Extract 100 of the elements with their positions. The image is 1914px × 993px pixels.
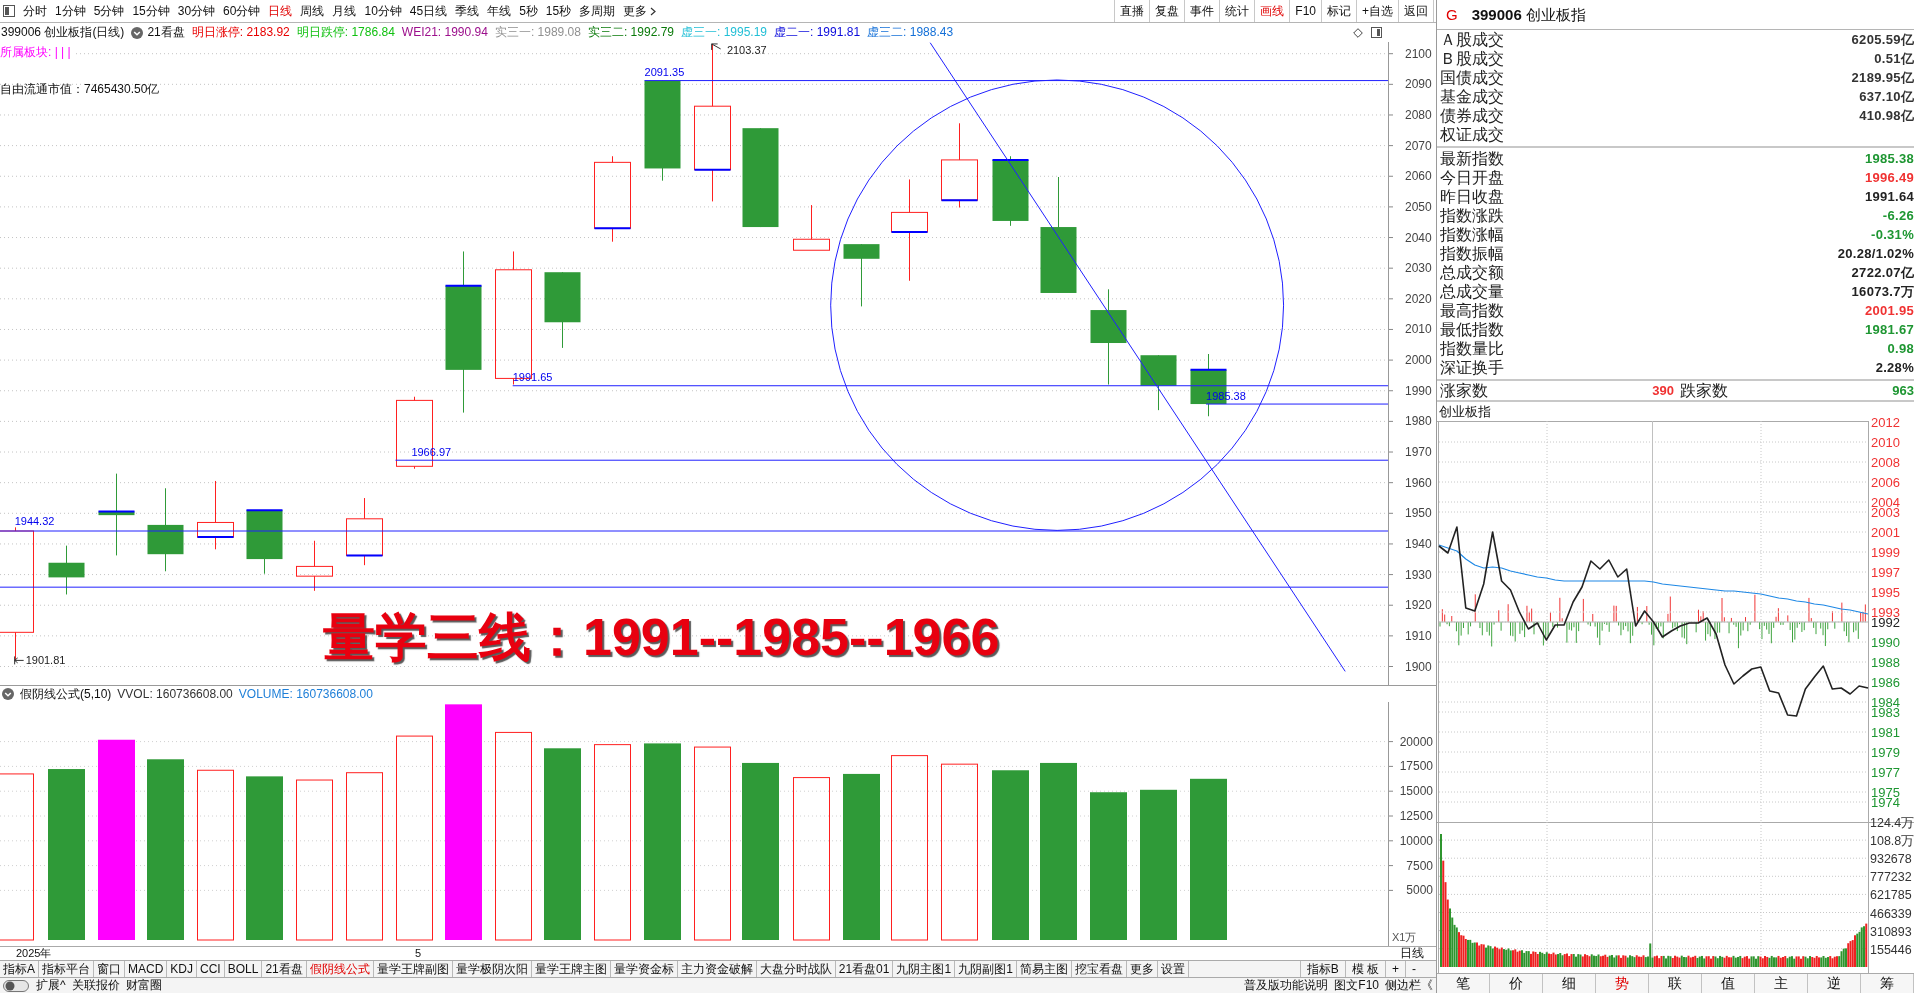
field-value: 2.28% (1875, 359, 1914, 377)
field-value: -6.26 (1882, 207, 1914, 225)
quote-title: 399006 创业板指 (1471, 5, 1586, 24)
intraday-title: 创业板指 (1438, 403, 1492, 421)
axis-label: 1900 (1405, 659, 1432, 674)
field-value: 0.98 (1887, 340, 1914, 358)
price-label: 2091.35 (644, 66, 685, 78)
axis-label: 2001 (1871, 525, 1900, 540)
axis-label: 2040 (1405, 230, 1432, 245)
axis-label: 1950 (1405, 506, 1432, 521)
axis-label: 2060 (1405, 169, 1432, 184)
field-label: 涨家数 (1440, 381, 1488, 400)
field-value: 6205.59亿 (1851, 31, 1914, 49)
indicator-name: 假阴线公式(5,10) (20, 686, 112, 702)
axis-label: 1988 (1871, 655, 1900, 670)
axis-label: 2100 (1405, 46, 1432, 61)
axis-label: 2020 (1405, 291, 1432, 306)
advance-count: 390 (1652, 382, 1674, 399)
field-value: 2189.95亿 (1851, 69, 1914, 87)
axis-label: 1980 (1405, 414, 1432, 429)
chart-title: 399006 创业板指(日线) (1, 25, 125, 40)
axis-label: 466339 (1870, 906, 1912, 921)
axis-label: 2090 (1405, 77, 1432, 92)
price-label: 2103.37 (726, 44, 767, 57)
indicator-reading: 虚三一: 1995.19 (681, 25, 768, 40)
date-label: 2025年 (16, 947, 52, 960)
axis-label: 2000 (1405, 353, 1432, 368)
field-label: 总成交额 (1440, 263, 1504, 282)
period-label: 日线 (1400, 947, 1424, 960)
axis-label: 1990 (1871, 635, 1900, 650)
field-label: 最高指数 (1440, 301, 1504, 320)
axis-label: 1999 (1871, 545, 1900, 560)
float-cap-text: 自由流通市值：7465430.50亿 (0, 82, 160, 97)
indicator-reading: 虚二一: 1991.81 (774, 25, 861, 40)
axis-label: 2030 (1405, 261, 1432, 276)
axis-label: 1960 (1405, 475, 1432, 490)
headline-text: 量学三线：1991--1985--1966 (323, 611, 1000, 663)
field-label: 债券成交 (1440, 106, 1504, 125)
field-value: 1996.49 (1864, 169, 1914, 187)
template-label: 21看盘 (147, 25, 185, 40)
axis-label: 310893 (1870, 924, 1912, 939)
field-value: 2001.95 (1864, 302, 1914, 320)
date-label: 5 (415, 947, 422, 960)
field-value: 16073.7万 (1851, 283, 1914, 301)
indicator-reading: 实三一: 1989.08 (494, 25, 581, 40)
decline-count: 963 (1892, 382, 1914, 399)
axis-label: 1940 (1405, 536, 1432, 551)
axis-label: 20000 (1399, 734, 1433, 749)
axis-label: 7500 (1406, 858, 1433, 873)
field-label: 基金成交 (1440, 87, 1504, 106)
axis-label: 2010 (1405, 322, 1432, 337)
price-label: 1985.38 (1206, 389, 1246, 402)
indicator-reading: 明日跌停: 1786.84 (296, 25, 395, 40)
field-value: 1991.64 (1864, 188, 1914, 206)
axis-label: 12500 (1399, 809, 1433, 823)
indicator-reading: WEI21: 1990.94 (401, 25, 488, 40)
axis-label: 10000 (1399, 833, 1433, 848)
axis-label: 2080 (1405, 108, 1432, 122)
axis-label: 17500 (1399, 759, 1433, 774)
price-label: 1944.32 (14, 515, 55, 528)
field-value: 410.98亿 (1859, 107, 1914, 125)
indicator-reading: 虚三二: 1988.43 (867, 25, 954, 40)
field-value: 20.28/1.02% (1837, 245, 1914, 263)
field-label: 最新指数 (1440, 149, 1504, 168)
field-label: 指数量比 (1440, 339, 1504, 358)
field-label: 今日开盘 (1440, 168, 1504, 187)
axis-label: 108.8万 (1870, 834, 1914, 849)
field-label: 昨日收盘 (1440, 187, 1504, 206)
field-label: 权证成交 (1440, 125, 1504, 144)
field-value: 1981.67 (1864, 321, 1914, 339)
axis-label: 777232 (1870, 870, 1912, 885)
axis-label: 1990 (1405, 383, 1432, 398)
axis-label: 2012 (1871, 415, 1900, 430)
axis-label: 1986 (1871, 675, 1900, 690)
volume-reading: VVOL: 160736608.00 (117, 686, 233, 702)
axis-label: 124.4万 (1870, 816, 1914, 830)
axis-label: 621785 (1870, 888, 1912, 903)
axis-label: 1977 (1871, 765, 1900, 780)
axis-label: 2070 (1405, 138, 1432, 153)
market-marker: G (1446, 5, 1458, 24)
field-value: 2722.07亿 (1851, 264, 1914, 282)
axis-label: 15000 (1399, 784, 1433, 799)
field-label: 指数涨幅 (1440, 225, 1504, 244)
price-label: 1901.81 (25, 654, 66, 667)
volume-reading: VOLUME: 160736608.00 (238, 686, 373, 702)
axis-label: 932678 (1870, 852, 1912, 867)
field-label: 总成交量 (1440, 282, 1504, 301)
field-label: 指数涨跌 (1440, 206, 1504, 225)
field-value: -0.31% (1871, 226, 1914, 244)
axis-label: 5000 (1406, 883, 1433, 898)
axis-label: 2010 (1871, 435, 1900, 450)
field-label: Ｂ股成交 (1440, 49, 1504, 68)
field-value: 0.51亿 (1874, 50, 1914, 68)
axis-label: 1910 (1405, 628, 1432, 643)
axis-label: 1920 (1405, 598, 1432, 613)
axis-label: 1930 (1405, 567, 1432, 582)
field-label: 国债成交 (1440, 68, 1504, 87)
field-value: 1985.38 (1864, 150, 1914, 168)
axis-label: 1995 (1871, 585, 1900, 600)
field-value: 637.10亿 (1859, 88, 1914, 106)
